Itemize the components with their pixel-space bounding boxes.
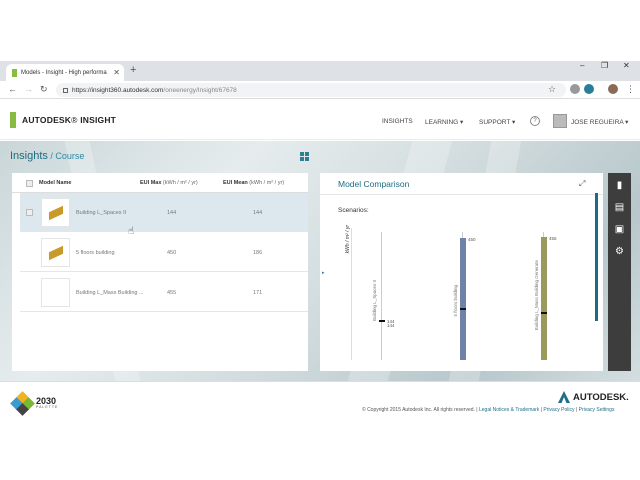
divider xyxy=(320,194,603,195)
insight-logo-icon[interactable] xyxy=(10,112,16,128)
eui-mean-value: 171 xyxy=(253,290,263,296)
scenarios-label: Scenarios: xyxy=(338,207,369,214)
mean-marker xyxy=(379,319,385,322)
gear-icon[interactable]: ⚙ xyxy=(608,241,631,261)
bar-name-label: 5 floors building xyxy=(453,285,458,317)
col-eui-mean-unit: (kWh / m² / yr) xyxy=(247,180,285,186)
bar-max-label: 450 xyxy=(468,237,476,242)
eui-max-value: 450 xyxy=(167,250,177,256)
page-subtitle: / Course xyxy=(47,151,85,161)
page-title: Insights / Course xyxy=(10,150,84,162)
browser-menu-icon[interactable]: ⋮ xyxy=(626,84,635,95)
browser-tab[interactable]: Models - Insight - High performa ✕ xyxy=(6,64,124,81)
mean-marker xyxy=(460,308,466,311)
eui-max-value: 455 xyxy=(167,290,177,296)
models-panel: Model Name EUI Max (kWh / m² / yr) EUI M… xyxy=(12,173,308,371)
minimize-button[interactable]: – xyxy=(580,61,584,70)
autodesk-wordmark: AUTODESK. xyxy=(573,392,629,403)
model-name: 5 floors building xyxy=(76,250,115,256)
footer xyxy=(0,381,640,419)
row-checkbox[interactable] xyxy=(26,209,33,216)
eui-max-value: 144 xyxy=(167,210,177,216)
profile-avatar[interactable] xyxy=(608,84,618,94)
col-eui-mean[interactable]: EUI Mean (kWh / m² / yr) xyxy=(223,180,284,186)
bar-max-label: 455 xyxy=(549,235,557,241)
table-row[interactable]: Building L_Spaces II 144 144 xyxy=(20,193,308,232)
eui-mean-value: 186 xyxy=(253,250,263,256)
extension-icon[interactable] xyxy=(570,84,580,94)
bar-track xyxy=(381,232,382,360)
user-menu[interactable]: JOSE REGUEIRA ▾ xyxy=(571,118,628,126)
palette-logo-icon xyxy=(10,391,35,416)
bar-3[interactable] xyxy=(541,236,547,360)
copyright-line: © Copyright 2015 Autodesk Inc. All right… xyxy=(362,407,614,413)
expand-icon[interactable]: ⤢ xyxy=(579,179,585,189)
url-input[interactable]: https://insight360.autodesk.com/oneenerg… xyxy=(56,83,566,97)
model-thumbnail xyxy=(41,198,70,227)
model-comparison-title: Model Comparison xyxy=(338,179,410,189)
model-name: Building L_Mass Building ... xyxy=(76,290,144,296)
palette-sub: PALETTE xyxy=(36,405,59,409)
col-eui-max-label: EUI Max xyxy=(140,180,162,186)
legal-link[interactable]: Legal Notices & Trademark xyxy=(479,407,539,413)
eui-mean-value: 144 xyxy=(253,210,263,216)
insight-favicon-icon xyxy=(12,68,17,77)
brand-prefix: AUTODESK xyxy=(22,115,72,125)
privacy-settings-link[interactable]: Privacy Settings xyxy=(579,407,615,413)
extension-2-icon[interactable] xyxy=(584,84,594,94)
nav-learning[interactable]: LEARNING ▾ xyxy=(425,118,463,126)
url-path: /oneenergy/Insight/67678 xyxy=(163,86,237,94)
new-tab-button[interactable]: + xyxy=(130,64,136,76)
y-axis xyxy=(351,228,352,360)
browser-tab-title: Models - Insight - High performa xyxy=(21,69,107,76)
person-icon[interactable]: ▣ xyxy=(608,219,631,239)
scrollbar[interactable] xyxy=(595,193,598,321)
table-row[interactable]: 5 floors building 450 186 xyxy=(20,233,308,272)
table-row[interactable]: Building L_Mass Building ... 455 171 xyxy=(20,273,308,312)
col-model-name[interactable]: Model Name xyxy=(39,180,71,186)
lock-icon xyxy=(63,87,68,93)
brand-name: INSIGHT xyxy=(80,115,117,125)
back-arrow-icon[interactable]: ← xyxy=(8,84,17,94)
url-host: https://insight360.autodesk.com xyxy=(72,86,164,94)
screen-bottom-margin xyxy=(0,420,640,480)
privacy-link[interactable]: Privacy Policy xyxy=(543,407,574,413)
bookmark-star-icon[interactable]: ☆ xyxy=(548,84,556,95)
bar-name-label: Building L_Mass Building Generate xyxy=(534,260,539,331)
chart-icon[interactable]: ▮ xyxy=(608,175,631,195)
screen-top-margin xyxy=(0,0,640,61)
nav-support[interactable]: SUPPORT ▾ xyxy=(479,118,515,126)
model-name: Building L_Spaces II xyxy=(76,210,127,216)
brand-title[interactable]: AUTODESK® INSIGHT xyxy=(22,115,116,125)
col-eui-max-unit: (kWh / m² / yr) xyxy=(161,180,198,186)
table-header: Model Name EUI Max (kWh / m² / yr) EUI M… xyxy=(12,173,308,193)
bar-name-label: Building L_Spaces II xyxy=(372,280,377,322)
collapse-arrow-icon[interactable]: ▸ xyxy=(322,270,325,276)
mean-marker xyxy=(541,312,547,315)
forward-arrow-icon[interactable]: → xyxy=(24,84,33,94)
bar-2[interactable] xyxy=(460,238,466,360)
nav-insights[interactable]: INSIGHTS xyxy=(382,118,413,125)
close-window-button[interactable]: ✕ xyxy=(623,61,630,70)
bar-mean-label: 144 xyxy=(387,322,395,328)
mouse-cursor-icon: ☝ xyxy=(128,226,135,237)
user-avatar[interactable] xyxy=(553,114,567,128)
help-icon[interactable]: ? xyxy=(530,116,540,126)
comment-icon[interactable]: ▤ xyxy=(608,197,631,217)
maximize-button[interactable]: ❐ xyxy=(601,61,608,70)
copyright-text: © Copyright 2015 Autodesk Inc. All right… xyxy=(362,407,479,413)
model-thumbnail xyxy=(41,278,70,307)
model-thumbnail xyxy=(41,238,70,267)
page-title-text: Insights xyxy=(10,150,48,162)
select-all-checkbox[interactable] xyxy=(26,180,33,187)
col-eui-mean-label: EUI Mean xyxy=(223,180,248,186)
tab-close-icon[interactable]: ✕ xyxy=(113,68,120,77)
col-eui-max[interactable]: EUI Max (kWh / m² / yr) xyxy=(140,180,198,186)
grid-view-icon[interactable] xyxy=(300,152,309,161)
reload-icon[interactable]: ↻ xyxy=(40,84,48,95)
